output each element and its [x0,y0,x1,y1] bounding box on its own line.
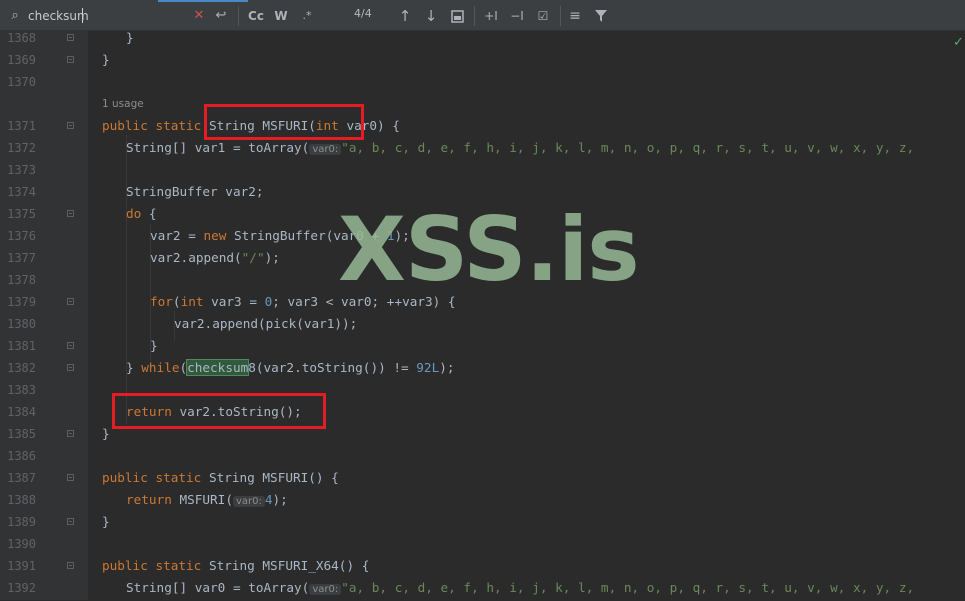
code-line-1369: } [102,52,110,67]
fold-marker-icon[interactable] [67,342,74,349]
text-caret [82,8,83,23]
line-number: 1387 [7,471,36,485]
line-number: 1383 [7,383,36,397]
code-line-1368: } [126,30,134,45]
line-number: 1386 [7,449,36,463]
code-line-1389: } [102,514,110,529]
fold-marker-icon[interactable] [67,364,74,371]
watermark: XSS.is [338,198,640,301]
no-problems-check-icon[interactable]: ✓ [953,35,964,50]
parameter-hint: var0: [232,496,265,507]
parameter-hint: var0: [309,584,342,595]
line-number: 1381 [7,339,36,353]
line-number: 1379 [7,295,36,309]
line-number: 1368 [7,31,36,45]
select-all-occurrences-icon[interactable] [448,6,466,26]
line-number: 1371 [7,119,36,133]
match-count: 4/4 [354,7,372,20]
regex-button[interactable]: .* [298,6,316,26]
code-line-1372: String[] var1 = toArray(var0: "a, b, c, d… [126,140,915,155]
line-number: 1380 [7,317,36,331]
line-number: 1377 [7,251,36,265]
search-input[interactable] [28,6,188,26]
line-number: 1389 [7,515,36,529]
code-line-1375: do { [126,206,157,221]
fold-marker-icon[interactable] [67,210,74,217]
line-number: 1390 [7,537,36,551]
next-occurrence-icon[interactable]: ↓ [422,6,440,26]
code-line-1382: } while(checksum8(var2.toString()) != 92… [126,359,455,376]
indent-guide [126,135,127,425]
toolbar-separator [474,6,475,26]
code-line-1387: public static String MSFURI() { [102,470,339,485]
code-line-1380: var2.append(pick(var1)); [174,316,358,331]
whole-words-button[interactable]: W [272,6,290,26]
fold-marker-icon[interactable] [67,518,74,525]
line-number: 1385 [7,427,36,441]
active-tab-indicator [158,0,248,2]
toolbar-separator [238,6,239,26]
line-number: 1382 [7,361,36,375]
previous-occurrence-icon[interactable]: ↑ [396,6,414,26]
code-line-1391: public static String MSFURI_X64() { [102,558,370,573]
match-case-button[interactable]: Cc [245,6,267,26]
fold-marker-icon[interactable] [67,122,74,129]
fold-marker-icon[interactable] [67,298,74,305]
code-line-1388: return MSFURI(var0: 4); [126,492,288,507]
line-number: 1370 [7,75,36,89]
remove-occurrence-icon[interactable]: −Ⅰ [507,6,527,26]
line-number: 1369 [7,53,36,67]
filter-results-icon[interactable]: ≡ [566,6,584,26]
line-number: 1378 [7,273,36,287]
code-line-1377: var2.append("/"); [150,250,280,265]
line-number: 1392 [7,581,36,595]
line-number: 1372 [7,141,36,155]
add-occurrence-icon[interactable]: +Ⅰ [481,6,501,26]
code-line-1392: String[] var0 = toArray(var0: "a, b, c, d… [126,580,915,595]
new-line-icon[interactable]: ↩ [212,6,230,26]
fold-marker-icon[interactable] [67,34,74,41]
clear-search-icon[interactable]: ✕ [192,6,206,26]
toolbar-separator [560,6,561,26]
line-number: 1373 [7,163,36,177]
line-number: 1374 [7,185,36,199]
annotation-box-signature [204,104,364,140]
line-number: 1376 [7,229,36,243]
fold-marker-icon[interactable] [67,474,74,481]
fold-marker-icon[interactable] [67,430,74,437]
code-line-1385: } [102,426,110,441]
line-number: 1391 [7,559,36,573]
funnel-icon[interactable] [592,6,610,26]
code-line-1374: StringBuffer var2; [126,184,264,199]
code-line-1381: } [150,338,158,353]
annotation-box-return [112,393,326,429]
parameter-hint: var0: [309,144,342,155]
line-number: 1384 [7,405,36,419]
fold-marker-icon[interactable] [67,56,74,63]
line-number: 1375 [7,207,36,221]
line-number-gutter: 1368 1369 1370 1371 1372 1373 1374 1375 … [0,31,88,600]
fold-marker-icon[interactable] [67,562,74,569]
usage-hint[interactable]: 1 usage [102,93,144,115]
search-match-highlight: checksum [186,359,250,376]
line-number: 1388 [7,493,36,507]
find-toolbar: ⌕ ✕ ↩ Cc W .* 4/4 ↑ ↓ +Ⅰ −Ⅰ ☑ ≡ [0,0,965,31]
select-occurrences-icon[interactable]: ☑ [533,6,553,26]
search-icon[interactable]: ⌕ [6,6,24,26]
